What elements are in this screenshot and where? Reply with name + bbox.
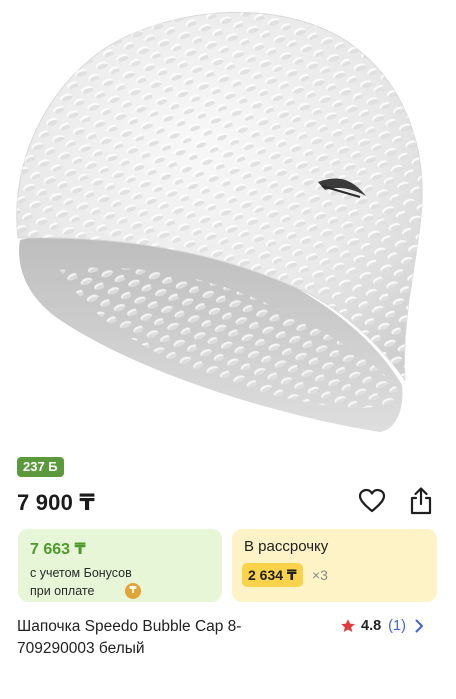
chevron-right-icon xyxy=(415,619,423,633)
bonus-price-card[interactable]: 7 663 ₸ с учетом Бонусов при оплате ₸ xyxy=(18,529,222,602)
installment-multiplier: ×3 xyxy=(312,567,328,583)
installment-card[interactable]: В рассрочку 2 634 ₸ ×3 xyxy=(232,529,437,602)
share-icon xyxy=(410,487,432,515)
product-image[interactable] xyxy=(0,0,456,442)
favorite-button[interactable] xyxy=(358,488,386,514)
swim-cap-illustration xyxy=(16,11,423,432)
installment-amount: 2 634 ₸ xyxy=(242,563,303,587)
heart-icon xyxy=(358,488,386,513)
product-price: 7 900 ₸ xyxy=(17,490,95,515)
star-icon xyxy=(341,619,355,632)
coin-icon: ₸ xyxy=(125,583,141,599)
bonus-price-value: 7 663 ₸ xyxy=(30,541,86,558)
product-title: Шапочка Speedo Bubble Cap 8-709290003 бе… xyxy=(17,618,242,657)
review-count[interactable]: (1) xyxy=(388,618,406,634)
bonus-points-badge: 237 Б xyxy=(17,457,64,477)
bonus-price-note-line1: с учетом Бонусов xyxy=(30,566,132,580)
installment-title: В рассрочку xyxy=(244,538,329,555)
share-button[interactable] xyxy=(407,486,435,516)
rating-link[interactable]: 4.8 (1) xyxy=(340,616,424,636)
bonus-price-note-line2: при оплате xyxy=(30,584,95,598)
product-info-panel: 237 Б 7 900 ₸ 7 663 ₸ с учетом Бонусов п… xyxy=(0,442,456,699)
rating-value: 4.8 xyxy=(361,618,382,634)
